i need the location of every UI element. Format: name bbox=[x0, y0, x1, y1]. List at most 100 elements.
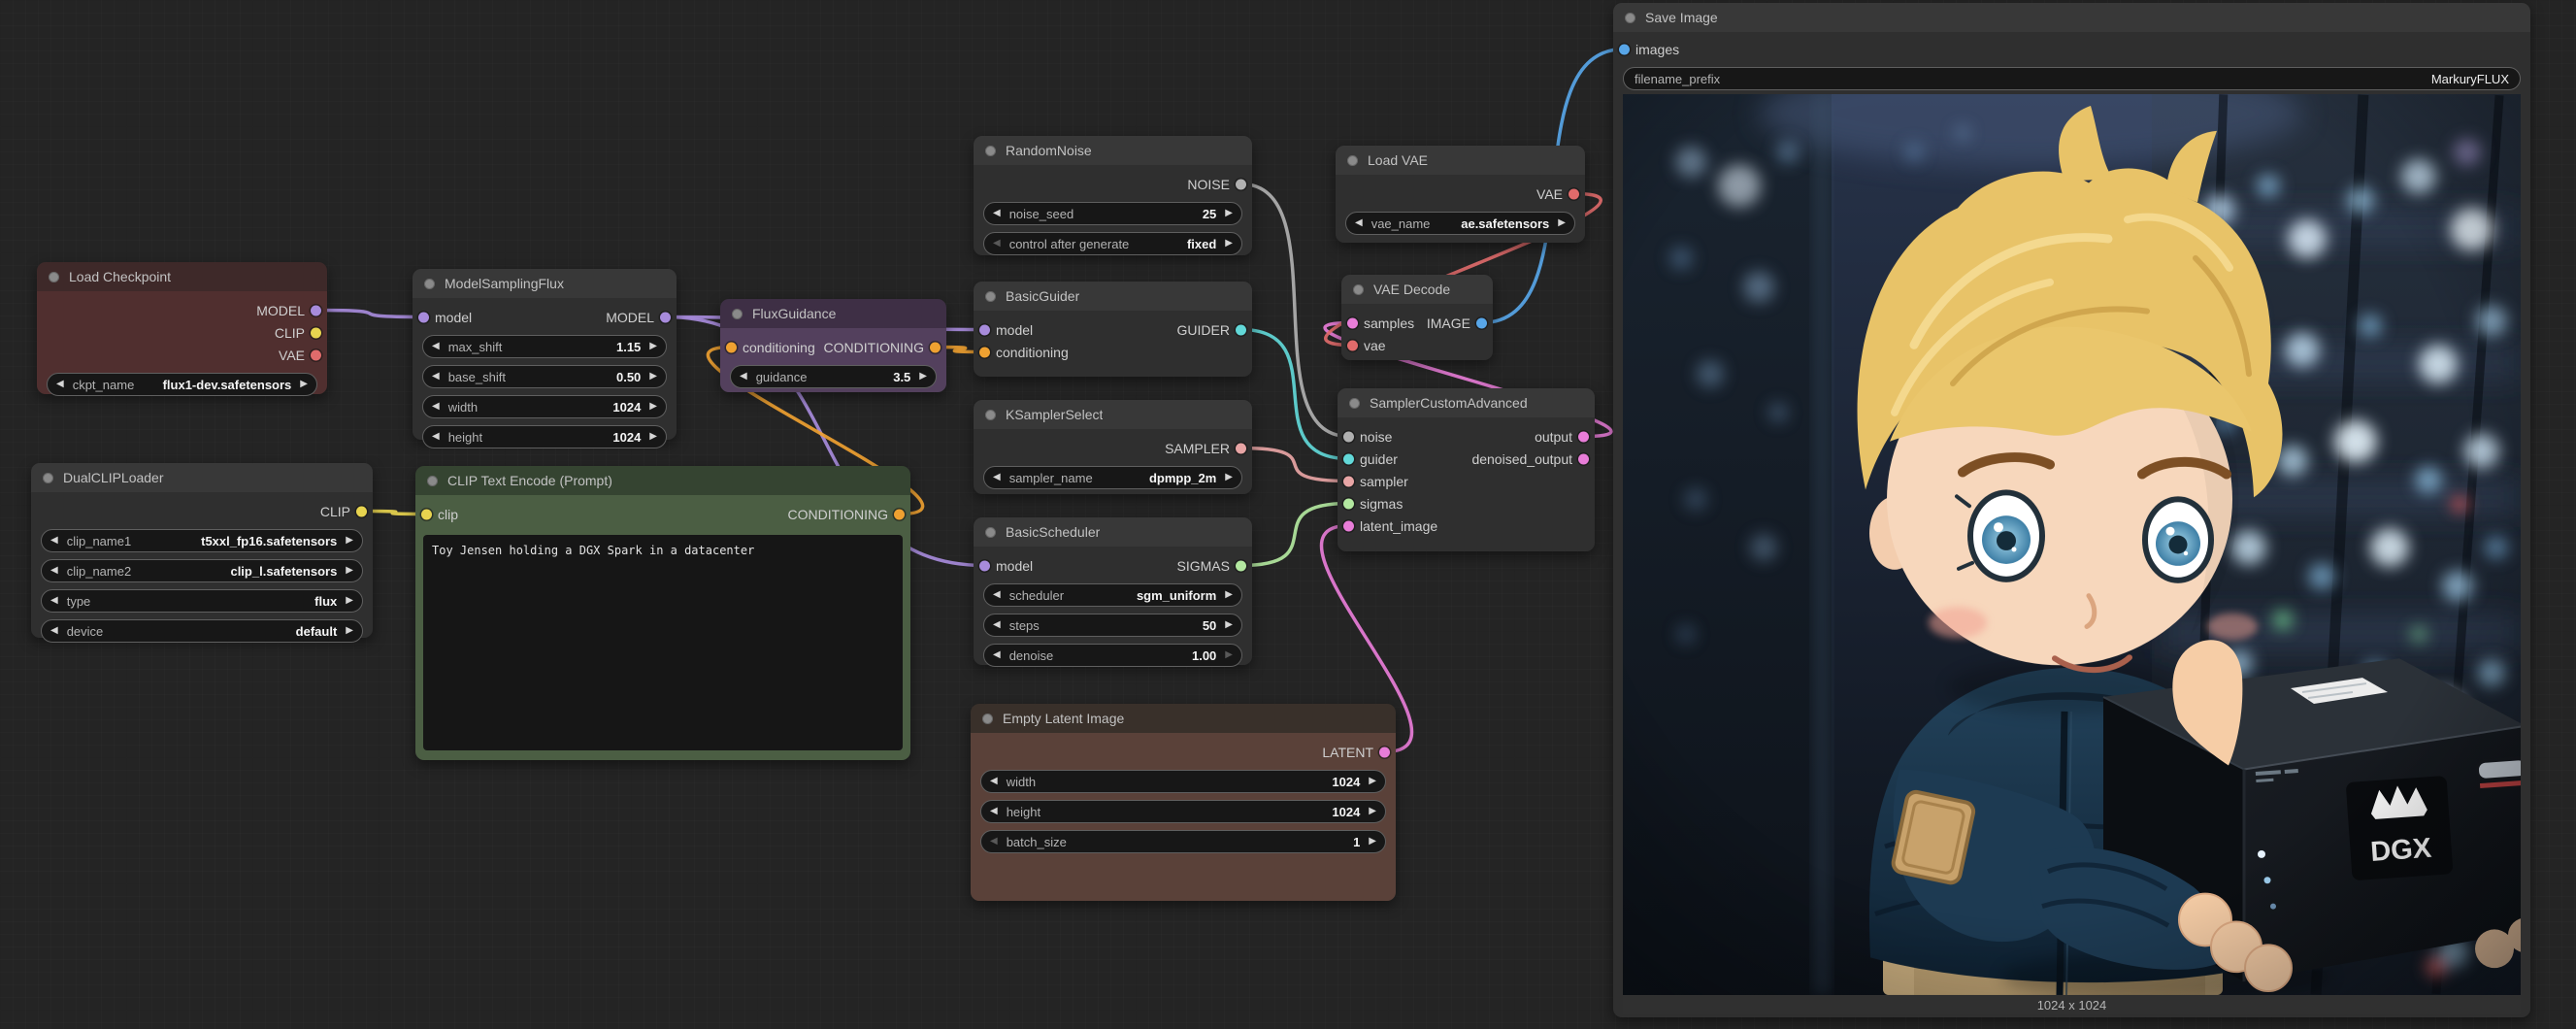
widget-clip-name2[interactable]: ◀clip_name2clip_l.safetensors▶ bbox=[41, 559, 363, 582]
collapse-dot-icon[interactable] bbox=[49, 272, 59, 282]
decrement-arrow-icon[interactable]: ◀ bbox=[740, 372, 747, 382]
collapse-dot-icon[interactable] bbox=[424, 279, 435, 289]
node-load-vae[interactable]: Load VAEVAE◀vae_nameae.safetensors▶ bbox=[1336, 146, 1585, 243]
output-slot-IMAGE[interactable] bbox=[1476, 317, 1487, 328]
node-titlebar[interactable]: Save Image bbox=[1613, 3, 2530, 32]
input-slot-conditioning[interactable] bbox=[726, 342, 737, 352]
output-slot-LATENT[interactable] bbox=[1379, 747, 1390, 757]
input-slot-noise[interactable] bbox=[1343, 431, 1354, 442]
node-titlebar[interactable]: BasicGuider bbox=[974, 282, 1252, 311]
widget-sampler-name[interactable]: ◀sampler_namedpmpp_2m▶ bbox=[983, 466, 1242, 489]
increment-arrow-icon[interactable]: ▶ bbox=[1225, 650, 1233, 660]
increment-arrow-icon[interactable]: ▶ bbox=[1225, 209, 1233, 218]
widget-ckpt-name[interactable]: ◀ckpt_nameflux1-dev.safetensors▶ bbox=[47, 373, 317, 396]
input-slot-conditioning[interactable] bbox=[979, 347, 990, 357]
decrement-arrow-icon[interactable]: ◀ bbox=[993, 650, 1001, 660]
collapse-dot-icon[interactable] bbox=[985, 527, 996, 538]
increment-arrow-icon[interactable]: ▶ bbox=[300, 380, 308, 389]
widget-guidance[interactable]: ◀guidance3.5▶ bbox=[730, 365, 937, 388]
decrement-arrow-icon[interactable]: ◀ bbox=[1355, 218, 1363, 228]
increment-arrow-icon[interactable]: ▶ bbox=[649, 432, 657, 442]
collapse-dot-icon[interactable] bbox=[1625, 13, 1635, 23]
node-clip-text-encode[interactable]: CLIP Text Encode (Prompt)clipCONDITIONIN… bbox=[415, 466, 910, 760]
node-titlebar[interactable]: BasicScheduler bbox=[974, 517, 1252, 547]
output-slot-output[interactable] bbox=[1578, 431, 1589, 442]
node-model-sampling-flux[interactable]: ModelSamplingFluxmodelMODEL◀max_shift1.1… bbox=[413, 269, 677, 440]
input-slot-clip[interactable] bbox=[421, 509, 432, 519]
collapse-dot-icon[interactable] bbox=[43, 473, 53, 483]
output-slot-VAE[interactable] bbox=[311, 349, 321, 360]
input-slot-latent-image[interactable] bbox=[1343, 520, 1354, 531]
widget-width[interactable]: ◀width1024▶ bbox=[980, 770, 1386, 793]
input-slot-samples[interactable] bbox=[1347, 317, 1358, 328]
collapse-dot-icon[interactable] bbox=[732, 309, 743, 319]
node-titlebar[interactable]: KSamplerSelect bbox=[974, 400, 1252, 429]
output-slot-NOISE[interactable] bbox=[1236, 179, 1246, 189]
decrement-arrow-icon[interactable]: ◀ bbox=[993, 209, 1001, 218]
widget-vae-name[interactable]: ◀vae_nameae.safetensors▶ bbox=[1345, 212, 1575, 235]
decrement-arrow-icon[interactable]: ◀ bbox=[50, 566, 58, 576]
decrement-arrow-icon[interactable]: ◀ bbox=[56, 380, 64, 389]
decrement-arrow-icon[interactable]: ◀ bbox=[432, 372, 440, 382]
node-titlebar[interactable]: ModelSamplingFlux bbox=[413, 269, 677, 298]
node-ksampler-select[interactable]: KSamplerSelectSAMPLER◀sampler_namedpmpp_… bbox=[974, 400, 1252, 494]
widget-device[interactable]: ◀devicedefault▶ bbox=[41, 619, 363, 643]
widget-base-shift[interactable]: ◀base_shift0.50▶ bbox=[422, 365, 667, 388]
node-vae-decode[interactable]: VAE DecodesamplesIMAGEvae bbox=[1341, 275, 1493, 360]
node-flux-guidance[interactable]: FluxGuidanceconditioningCONDITIONING◀gui… bbox=[720, 299, 946, 392]
decrement-arrow-icon[interactable]: ◀ bbox=[993, 620, 1001, 630]
output-slot-MODEL[interactable] bbox=[660, 312, 671, 322]
collapse-dot-icon[interactable] bbox=[985, 146, 996, 156]
increment-arrow-icon[interactable]: ▶ bbox=[346, 596, 353, 606]
decrement-arrow-icon[interactable]: ◀ bbox=[990, 837, 998, 846]
output-slot-VAE[interactable] bbox=[1569, 188, 1579, 199]
node-sampler-custom-advanced[interactable]: SamplerCustomAdvancednoiseoutputguiderde… bbox=[1338, 388, 1595, 551]
node-titlebar[interactable]: Load VAE bbox=[1336, 146, 1585, 175]
prompt-textarea[interactable]: Toy Jensen holding a DGX Spark in a data… bbox=[423, 535, 903, 750]
increment-arrow-icon[interactable]: ▶ bbox=[649, 342, 657, 351]
output-slot-SIGMAS[interactable] bbox=[1236, 560, 1246, 571]
increment-arrow-icon[interactable]: ▶ bbox=[346, 566, 353, 576]
node-titlebar[interactable]: RandomNoise bbox=[974, 136, 1252, 165]
widget-denoise[interactable]: ◀denoise1.00▶ bbox=[983, 644, 1242, 667]
output-slot-MODEL[interactable] bbox=[311, 305, 321, 315]
increment-arrow-icon[interactable]: ▶ bbox=[1558, 218, 1566, 228]
input-slot-sampler[interactable] bbox=[1343, 476, 1354, 486]
input-slot-guider[interactable] bbox=[1343, 453, 1354, 464]
decrement-arrow-icon[interactable]: ◀ bbox=[990, 777, 998, 786]
input-slot-images[interactable] bbox=[1619, 44, 1630, 54]
increment-arrow-icon[interactable]: ▶ bbox=[1225, 473, 1233, 482]
widget-type[interactable]: ◀typeflux▶ bbox=[41, 589, 363, 613]
widget-scheduler[interactable]: ◀schedulersgm_uniform▶ bbox=[983, 583, 1242, 607]
decrement-arrow-icon[interactable]: ◀ bbox=[50, 536, 58, 546]
output-slot-CLIP[interactable] bbox=[356, 506, 367, 516]
collapse-dot-icon[interactable] bbox=[985, 291, 996, 302]
decrement-arrow-icon[interactable]: ◀ bbox=[432, 402, 440, 412]
collapse-dot-icon[interactable] bbox=[1353, 284, 1364, 295]
node-titlebar[interactable]: DualCLIPLoader bbox=[31, 463, 373, 492]
widget-filename-prefix[interactable]: filename_prefixMarkuryFLUX bbox=[1623, 67, 2521, 90]
collapse-dot-icon[interactable] bbox=[427, 476, 438, 486]
decrement-arrow-icon[interactable]: ◀ bbox=[993, 590, 1001, 600]
increment-arrow-icon[interactable]: ▶ bbox=[649, 402, 657, 412]
widget-clip-name1[interactable]: ◀clip_name1t5xxl_fp16.safetensors▶ bbox=[41, 529, 363, 552]
output-slot-CLIP[interactable] bbox=[311, 327, 321, 338]
node-empty-latent-image[interactable]: Empty Latent ImageLATENT◀width1024▶◀heig… bbox=[971, 704, 1396, 901]
collapse-dot-icon[interactable] bbox=[1347, 155, 1358, 166]
widget-height[interactable]: ◀height1024▶ bbox=[980, 800, 1386, 823]
node-titlebar[interactable]: FluxGuidance bbox=[720, 299, 946, 328]
increment-arrow-icon[interactable]: ▶ bbox=[649, 372, 657, 382]
increment-arrow-icon[interactable]: ▶ bbox=[1225, 620, 1233, 630]
node-load-checkpoint[interactable]: Load CheckpointMODELCLIPVAE◀ckpt_nameflu… bbox=[37, 262, 327, 394]
collapse-dot-icon[interactable] bbox=[985, 410, 996, 420]
node-titlebar[interactable]: VAE Decode bbox=[1341, 275, 1493, 304]
decrement-arrow-icon[interactable]: ◀ bbox=[993, 239, 1001, 249]
node-random-noise[interactable]: RandomNoiseNOISE◀noise_seed25▶◀control a… bbox=[974, 136, 1252, 255]
output-slot-SAMPLER[interactable] bbox=[1236, 443, 1246, 453]
increment-arrow-icon[interactable]: ▶ bbox=[1225, 590, 1233, 600]
input-slot-model[interactable] bbox=[979, 324, 990, 335]
widget-width[interactable]: ◀width1024▶ bbox=[422, 395, 667, 418]
decrement-arrow-icon[interactable]: ◀ bbox=[993, 473, 1001, 482]
decrement-arrow-icon[interactable]: ◀ bbox=[50, 626, 58, 636]
decrement-arrow-icon[interactable]: ◀ bbox=[50, 596, 58, 606]
